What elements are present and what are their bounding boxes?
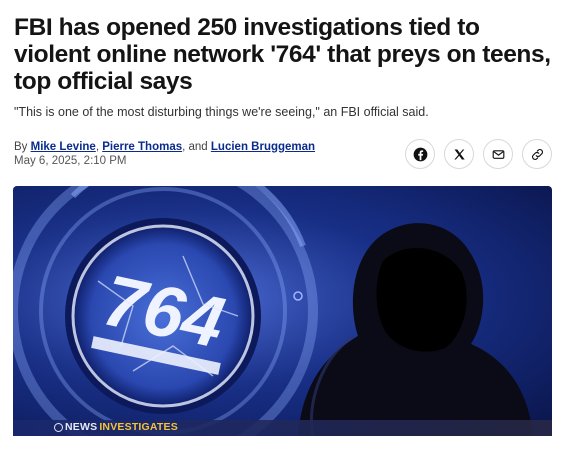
share-facebook-button[interactable] <box>405 139 435 169</box>
link-icon <box>531 148 543 160</box>
facebook-icon <box>413 147 427 161</box>
byline-separator: , and <box>182 141 211 153</box>
byline: By Mike Levine, Pierre Thomas, and Lucie… <box>14 140 315 154</box>
author-link-lucien-bruggeman[interactable]: Lucien Bruggeman <box>211 141 315 153</box>
article-dek: "This is one of the most disturbing thin… <box>14 105 429 119</box>
show-title: INVESTIGATES <box>99 421 178 433</box>
publish-date: May 6, 2025, 2:10 PM <box>14 155 127 167</box>
share-link-button[interactable] <box>522 139 552 169</box>
x-icon <box>453 149 465 159</box>
show-network: NEWS <box>65 421 98 433</box>
share-email-button[interactable] <box>483 139 513 169</box>
share-x-button[interactable] <box>444 139 474 169</box>
article-headline: FBI has opened 250 investigations tied t… <box>14 14 551 95</box>
byline-prefix: By <box>14 141 31 153</box>
author-link-mike-levine[interactable]: Mike Levine <box>31 141 96 153</box>
author-link-pierre-thomas[interactable]: Pierre Thomas <box>102 141 182 153</box>
hero-video[interactable]: 764 <box>13 186 552 436</box>
hero-illustration: 764 <box>13 186 552 436</box>
email-icon <box>492 149 504 159</box>
abc-logo-icon <box>54 422 63 432</box>
show-logo: NEWS INVESTIGATES <box>54 421 178 433</box>
